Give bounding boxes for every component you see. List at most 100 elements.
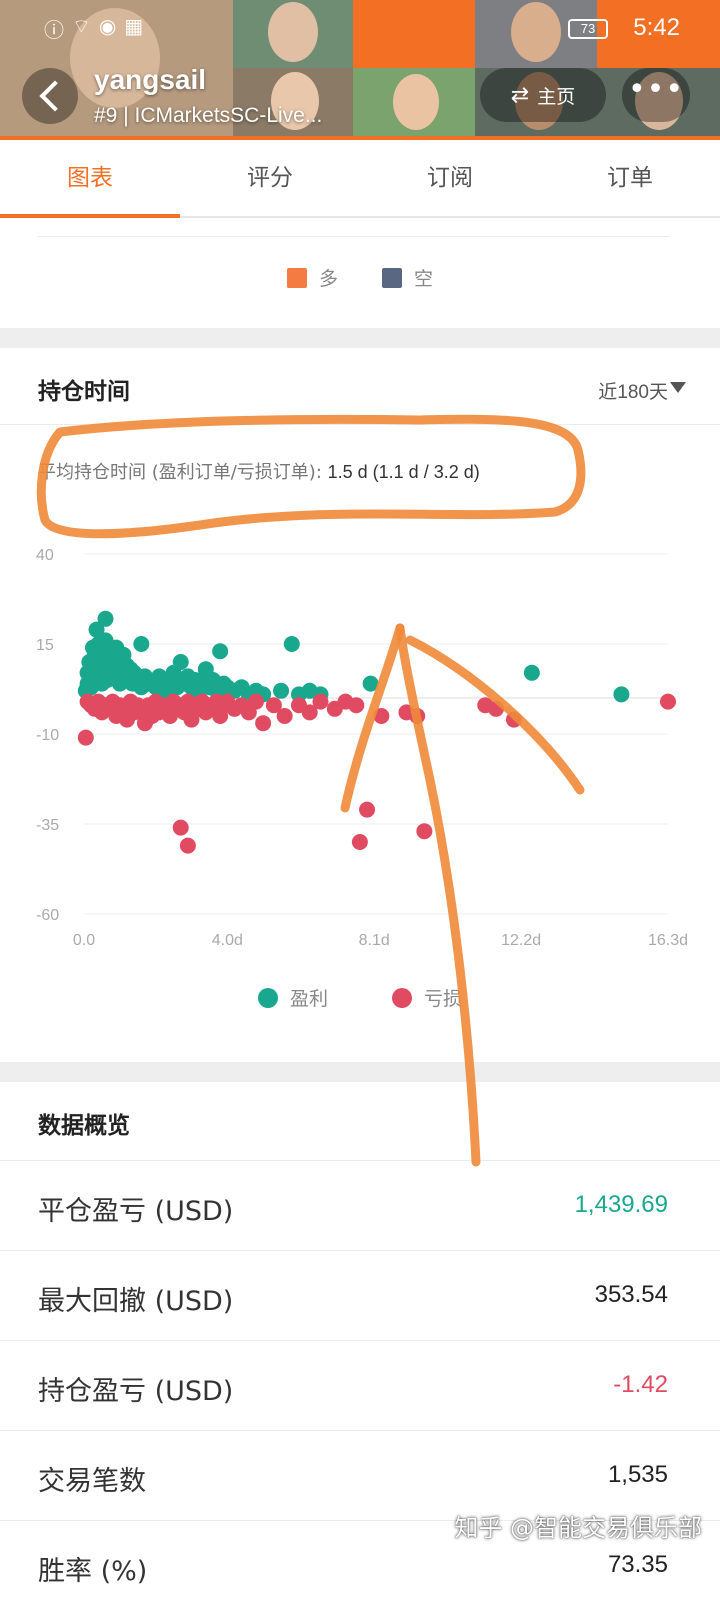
loss-point	[312, 693, 329, 710]
account-subtitle: #9 | ICMarketsSC-Live...	[94, 104, 323, 127]
loss-point	[172, 819, 189, 836]
legend-swatch-short	[382, 267, 402, 288]
y-tick-label: -10	[36, 727, 59, 744]
username: yangsail	[94, 64, 207, 95]
legend-label-loss: 亏损	[424, 988, 463, 1010]
legend-item-loss: 亏损	[392, 984, 462, 1011]
profit-point	[362, 675, 379, 692]
y-tick-label: -60	[36, 907, 59, 924]
profit-point	[133, 636, 150, 652]
legend-dot-loss	[392, 987, 412, 1008]
profit-point	[97, 610, 114, 627]
overview-row: 平仓盈亏 (USD) 1,439.69	[0, 1160, 720, 1250]
avg-holding-label: 平均持仓时间 (盈利订单/亏损订单):	[38, 462, 328, 483]
profit-point	[613, 686, 630, 703]
loss-point	[416, 823, 433, 840]
home-button-label: 主页	[537, 85, 576, 108]
overview-row: 交易笔数 1,535	[0, 1430, 720, 1520]
caret-down-icon[interactable]	[670, 382, 686, 393]
loss-point	[505, 711, 522, 728]
avg-holding-value: 1.5 d (1.1 d / 3.2 d)	[327, 462, 480, 482]
overview-label: 胜率 (%)	[38, 1556, 148, 1587]
wifi-icon: ⌔	[72, 14, 91, 38]
holding-time-scatter-chart: 40 15 -10 -35 -60 0.0 4.0d 8.1d 12.2d 16.3d	[36, 547, 688, 949]
legend-item-profit: 盈利	[257, 984, 328, 1011]
avg-holding-time: 平均持仓时间 (盈利订单/亏损订单): 1.5 d (1.1 d / 3.2 d…	[38, 458, 480, 484]
holding-time-title: 持仓时间	[38, 379, 130, 405]
more-icon[interactable]: •••	[622, 68, 690, 122]
legend-item-short: 空	[382, 264, 433, 291]
loss-point	[409, 708, 426, 724]
legend-item-long: 多	[286, 264, 338, 291]
tab-score[interactable]: 评分	[180, 140, 360, 216]
tab-chart[interactable]: 图表	[0, 140, 180, 218]
overview-value: 1,535	[607, 1461, 668, 1488]
loss-point	[276, 708, 293, 724]
wechat-icon: ◉	[98, 14, 117, 38]
alert-icon: ⓘ	[44, 18, 64, 42]
x-tick-label: 4.0d	[212, 932, 243, 949]
period-selector[interactable]: 近180天	[598, 377, 668, 404]
status-icons: ⓘ ⌔ ◉ ▦	[44, 14, 143, 43]
profit-loss-legend: 盈利 亏损	[0, 984, 720, 1011]
loss-point	[351, 834, 368, 850]
overview-label: 最大回撤 (USD)	[38, 1286, 234, 1317]
y-tick-label: 40	[36, 547, 54, 564]
x-tick-label: 8.1d	[359, 932, 390, 949]
overview-row: 最大回撤 (USD) 353.54	[0, 1250, 720, 1340]
overview-row: 持仓盈亏 (USD) -1.42	[0, 1340, 720, 1430]
profit-point	[283, 636, 300, 652]
watermark: 知乎 @智能交易俱乐部	[454, 1514, 702, 1542]
loss-point	[348, 697, 365, 714]
profile-header: ⓘ ⌔ ◉ ▦ 73 5:42 yangsail #9 | ICMarketsS…	[0, 0, 720, 140]
loss-point	[373, 708, 390, 724]
legend-label-long: 多	[318, 268, 338, 290]
loss-point	[247, 693, 264, 710]
tab-bar: 图表 评分 订阅 订单	[0, 140, 720, 218]
divider	[38, 236, 670, 237]
legend-label-short: 空	[414, 268, 434, 290]
y-tick-label: -35	[36, 817, 59, 834]
loss-point	[77, 729, 94, 746]
overview-value: 353.54	[594, 1281, 668, 1308]
profit-point	[523, 664, 540, 681]
overview-label: 交易笔数	[38, 1466, 146, 1497]
home-button[interactable]: ⇄ 主页	[480, 68, 606, 122]
profit-point	[273, 682, 290, 699]
loss-point	[255, 715, 272, 732]
tab-orders[interactable]: 订单	[540, 140, 720, 216]
legend-dot-profit	[257, 987, 278, 1008]
status-bar: ⓘ ⌔ ◉ ▦ 73 5:42	[0, 8, 720, 44]
y-tick-label: 15	[36, 637, 54, 654]
section-gap	[0, 1062, 720, 1082]
loss-point	[359, 801, 376, 818]
calendar-icon: ▦	[124, 14, 144, 38]
status-time: 5:42	[633, 14, 680, 41]
section-gap	[0, 328, 720, 348]
profit-point	[172, 654, 189, 670]
overview-value: -1.42	[613, 1371, 668, 1398]
loss-point	[660, 693, 676, 710]
legend-swatch-long	[286, 267, 307, 288]
overview-label: 平仓盈亏 (USD)	[38, 1196, 234, 1227]
profit-point	[212, 643, 229, 660]
x-tick-label: 0.0	[73, 932, 95, 949]
legend-label-profit: 盈利	[289, 988, 328, 1010]
x-tick-label: 12.2d	[501, 932, 541, 949]
overview-title: 数据概览	[38, 1113, 130, 1139]
profit-point	[84, 639, 101, 656]
direction-legend: 多 空	[0, 264, 720, 291]
header-photo	[353, 68, 475, 136]
swap-arrows-icon: ⇄	[510, 82, 530, 108]
overview-label: 持仓盈亏 (USD)	[38, 1376, 234, 1407]
loss-point	[179, 837, 196, 854]
x-tick-label: 16.3d	[648, 932, 688, 949]
battery-indicator: 73	[568, 19, 608, 39]
loss-point	[488, 700, 505, 717]
overview-value: 73.35	[607, 1551, 668, 1578]
divider	[0, 424, 720, 425]
back-arrow-icon[interactable]	[22, 68, 78, 124]
overview-value: 1,439.69	[574, 1191, 668, 1218]
tab-subscribe[interactable]: 订阅	[360, 140, 540, 216]
trader-profile-screen: ⓘ ⌔ ◉ ▦ 73 5:42 yangsail #9 | ICMarketsS…	[0, 0, 720, 1600]
